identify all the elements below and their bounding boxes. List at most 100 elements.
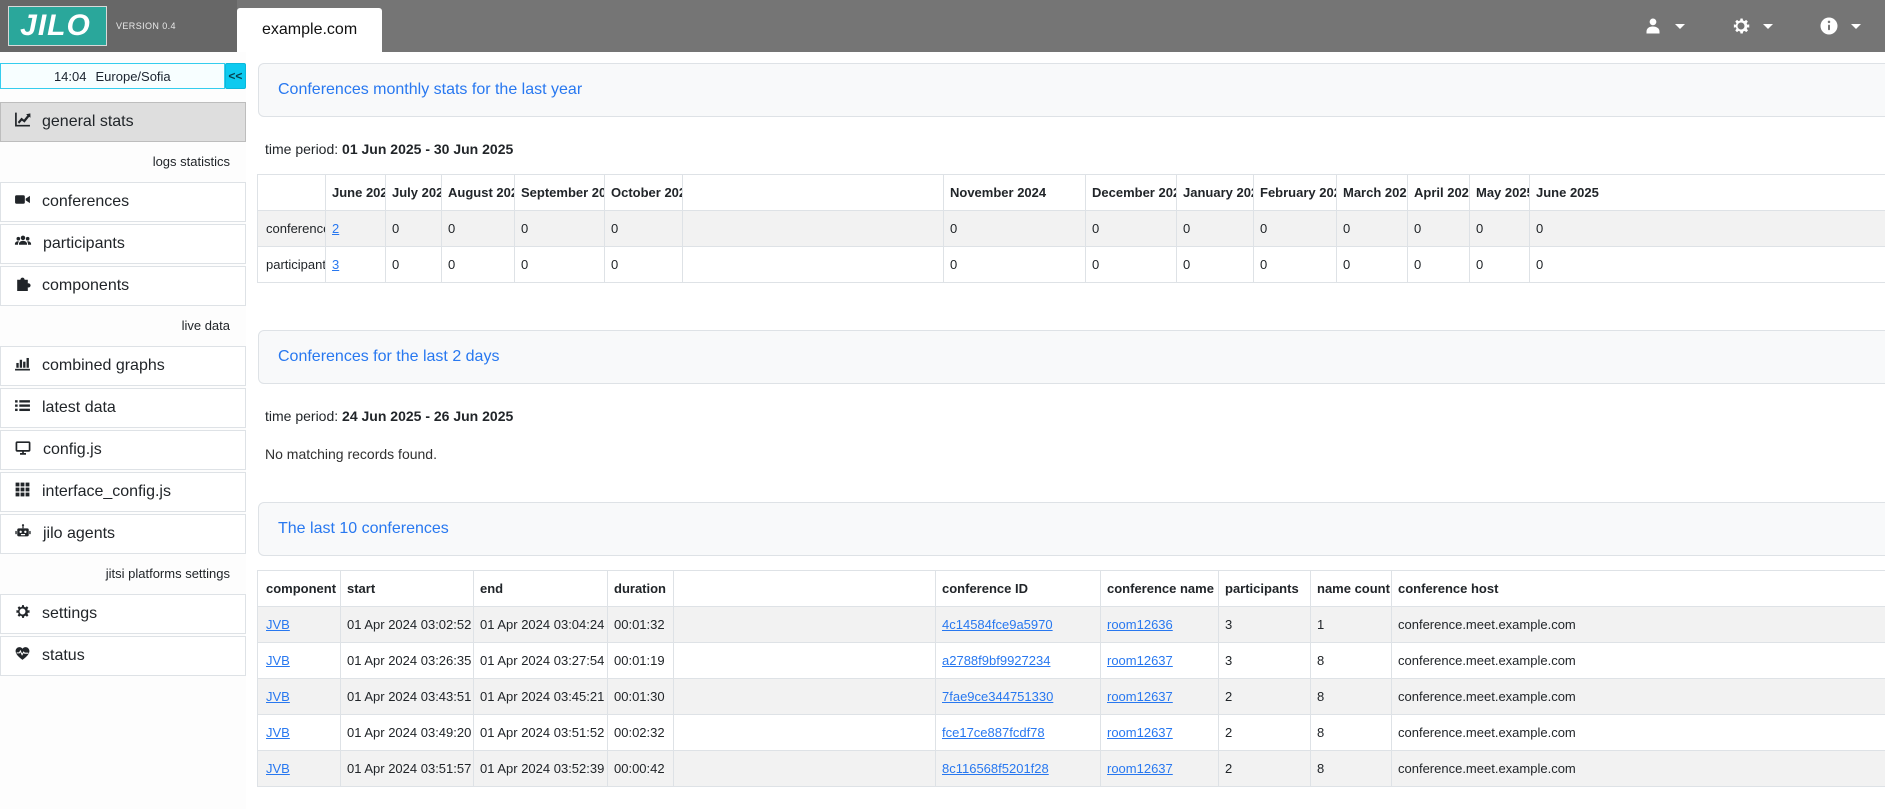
chevron-down-icon xyxy=(1763,24,1773,29)
heart-pulse-icon xyxy=(14,645,31,667)
sidebar-item-general-stats[interactable]: general stats xyxy=(0,102,246,142)
stat-cell: 2 xyxy=(326,211,386,247)
cell-conference-host: conference.meet.example.com xyxy=(1392,751,1885,787)
cell-duration: 00:01:30 xyxy=(608,679,674,715)
sidebar-item-label: general stats xyxy=(42,113,134,131)
cell-start: 01 Apr 2024 03:02:52 xyxy=(341,607,474,643)
stat-cell: 0 xyxy=(1086,211,1177,247)
info-menu-button[interactable] xyxy=(1819,16,1861,36)
sidebar-item-jilo-agents[interactable]: jilo agents xyxy=(0,514,246,554)
stat-cell: 0 xyxy=(386,247,442,283)
column-header-cell: start xyxy=(341,571,474,607)
info-icon xyxy=(1819,16,1839,36)
conference-id-link[interactable]: fce17ce887fcdf78 xyxy=(942,725,1045,740)
component-link[interactable]: JVB xyxy=(266,617,290,632)
cell-conference-id: 7fae9ce344751330 xyxy=(936,679,1101,715)
column-header-cell: conference name xyxy=(1101,571,1219,607)
tab-example-com[interactable]: example.com xyxy=(237,8,382,52)
stat-cell: 0 xyxy=(944,247,1086,283)
sidebar-item-label: combined graphs xyxy=(42,357,165,375)
cell-conference-id: a2788f9bf9927234 xyxy=(936,643,1101,679)
spacer-cell xyxy=(674,751,936,787)
cell-conference-name: room12637 xyxy=(1101,751,1219,787)
column-header-cell: name count xyxy=(1311,571,1392,607)
spacer-cell xyxy=(674,571,936,607)
stat-cell: 0 xyxy=(386,211,442,247)
column-header-cell: component xyxy=(258,571,341,607)
month-header-cell: November 2024 xyxy=(944,175,1086,211)
sidebar-item-components[interactable]: components xyxy=(0,266,246,306)
conference-id-link[interactable]: 4c14584fce9a5970 xyxy=(942,617,1053,632)
component-link[interactable]: JVB xyxy=(266,725,290,740)
clock-row: 14:04 Europe/Sofia << xyxy=(0,63,246,89)
time-period-label: time period: xyxy=(265,141,338,157)
month-header-cell: April 2025 xyxy=(1408,175,1470,211)
cell-name-count: 8 xyxy=(1311,715,1392,751)
cell-end: 01 Apr 2024 03:52:39 xyxy=(474,751,608,787)
cell-conference-name: room12637 xyxy=(1101,715,1219,751)
cell-conference-id: fce17ce887fcdf78 xyxy=(936,715,1101,751)
month-header-cell: February 2025 xyxy=(1254,175,1337,211)
monthly-stats-title[interactable]: Conferences monthly stats for the last y… xyxy=(278,81,582,99)
month-header-cell: March 2025 xyxy=(1337,175,1408,211)
component-link[interactable]: JVB xyxy=(266,689,290,704)
monitor-icon xyxy=(14,439,32,461)
cell-conference-host: conference.meet.example.com xyxy=(1392,715,1885,751)
conference-name-link[interactable]: room12637 xyxy=(1107,761,1173,776)
cell-start: 01 Apr 2024 03:26:35 xyxy=(341,643,474,679)
column-header-cell: conference ID xyxy=(936,571,1101,607)
spacer-cell xyxy=(674,643,936,679)
cell-duration: 00:02:32 xyxy=(608,715,674,751)
month-header-cell: August 2024 xyxy=(442,175,515,211)
participants-count-link[interactable]: 3 xyxy=(332,257,339,272)
spacer-cell xyxy=(674,679,936,715)
table-row: conferences2000000000000 xyxy=(258,211,1885,247)
cell-start: 01 Apr 2024 03:51:57 xyxy=(341,751,474,787)
month-header-cell: July 2024 xyxy=(386,175,442,211)
bar-chart-icon xyxy=(14,355,31,377)
cell-duration: 00:01:19 xyxy=(608,643,674,679)
sidebar-item-status[interactable]: status xyxy=(0,636,246,676)
sidebar-item-label: settings xyxy=(42,605,97,623)
sidebar-item-settings[interactable]: settings xyxy=(0,594,246,634)
conference-name-link[interactable]: room12636 xyxy=(1107,617,1173,632)
stat-cell: 0 xyxy=(1177,247,1254,283)
sidebar-item-combined-graphs[interactable]: combined graphs xyxy=(0,346,246,386)
sidebar-item-config-js[interactable]: config.js xyxy=(0,430,246,470)
component-link[interactable]: JVB xyxy=(266,653,290,668)
conference-name-link[interactable]: room12637 xyxy=(1107,725,1173,740)
conference-id-link[interactable]: 8c116568f5201f28 xyxy=(942,761,1049,776)
cell-conference-host: conference.meet.example.com xyxy=(1392,643,1885,679)
user-menu-button[interactable] xyxy=(1643,16,1685,36)
conference-name-link[interactable]: room12637 xyxy=(1107,689,1173,704)
table-row: participants3000000000000 xyxy=(258,247,1885,283)
cell-duration: 00:01:32 xyxy=(608,607,674,643)
topbar-menus xyxy=(1643,0,1885,52)
robot-icon xyxy=(14,523,32,545)
last-2-days-title[interactable]: Conferences for the last 2 days xyxy=(278,348,499,366)
spacer-cell xyxy=(674,715,936,751)
conferences-count-link[interactable]: 2 xyxy=(332,221,339,236)
sidebar-item-conferences[interactable]: conferences xyxy=(0,182,246,222)
component-link[interactable]: JVB xyxy=(266,761,290,776)
stat-cell: 0 xyxy=(1254,247,1337,283)
sidebar-item-latest-data[interactable]: latest data xyxy=(0,388,246,428)
sidebar-collapse-button[interactable]: << xyxy=(225,63,246,89)
sidebar-item-label: config.js xyxy=(43,441,102,459)
cell-name-count: 1 xyxy=(1311,607,1392,643)
stat-cell: 0 xyxy=(1408,211,1470,247)
settings-menu-button[interactable] xyxy=(1731,16,1773,36)
cell-component: JVB xyxy=(258,643,341,679)
card-last-10-header: The last 10 conferences xyxy=(258,502,1885,556)
conference-id-link[interactable]: 7fae9ce344751330 xyxy=(942,689,1053,704)
spacer-cell xyxy=(683,175,944,211)
conference-name-link[interactable]: room12637 xyxy=(1107,653,1173,668)
tab-label: example.com xyxy=(262,21,357,39)
chevron-down-icon xyxy=(1851,24,1861,29)
sidebar-item-participants[interactable]: participants xyxy=(0,224,246,264)
month-header-cell: May 2025 xyxy=(1470,175,1530,211)
cell-participants: 2 xyxy=(1219,679,1311,715)
conference-id-link[interactable]: a2788f9bf9927234 xyxy=(942,653,1050,668)
last-10-title[interactable]: The last 10 conferences xyxy=(278,520,449,538)
sidebar-item-interface-config-js[interactable]: interface_config.js xyxy=(0,472,246,512)
